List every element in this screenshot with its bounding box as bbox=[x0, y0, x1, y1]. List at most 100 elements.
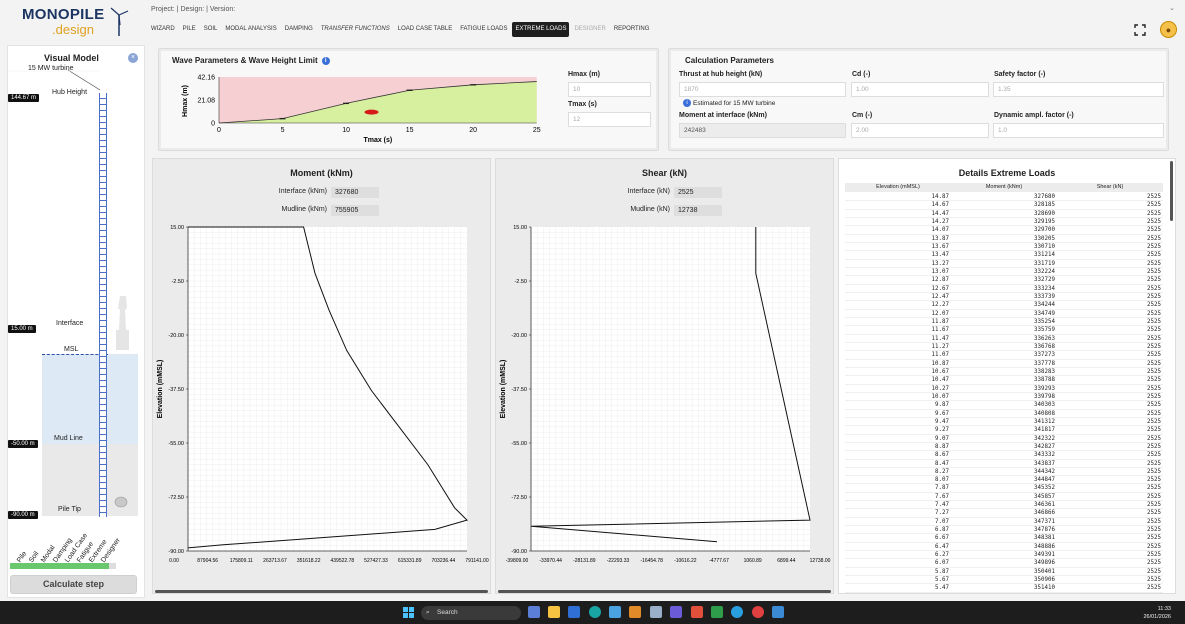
x-tick-label: 12738.00 bbox=[810, 558, 831, 564]
shear-interface-value: 2525 bbox=[674, 187, 722, 198]
x-tick-label: 87904.56 bbox=[197, 558, 218, 564]
y-tick-label: -55.00 bbox=[511, 441, 527, 447]
thrust-note: i Estimated for 15 MW turbine bbox=[683, 99, 775, 107]
x-tick-label: 15 bbox=[406, 127, 414, 134]
app-icon[interactable] bbox=[752, 606, 764, 618]
x-tick-label: 439522.78 bbox=[331, 558, 355, 564]
table-body: 14.87 327680 2525 14.67 328185 2525 14.47 32869… bbox=[845, 193, 1163, 593]
table-cell: 7.07 bbox=[935, 518, 949, 525]
tab-reporting[interactable]: REPORTING bbox=[611, 22, 653, 37]
x-axis-label: Tmax (s) bbox=[363, 137, 392, 144]
table-cell: 10.47 bbox=[931, 377, 949, 384]
tab-damping[interactable]: DAMPING bbox=[282, 22, 316, 37]
sublime-icon[interactable] bbox=[629, 606, 641, 618]
y-axis-label: Hmax (m) bbox=[182, 85, 189, 117]
outlook-icon[interactable] bbox=[568, 606, 580, 618]
y-tick-label: -37.50 bbox=[511, 387, 527, 393]
table-row: 11.47 336263 2525 bbox=[845, 335, 1163, 343]
taskbar-search[interactable]: ⌕ Search bbox=[421, 606, 521, 620]
x-tick-label: -39809.00 bbox=[506, 558, 529, 564]
table-cell: 332729 bbox=[1034, 277, 1055, 284]
table-row: 12.67 333234 2525 bbox=[845, 285, 1163, 293]
table-cell: 13.07 bbox=[931, 268, 949, 275]
horizontal-scrollbar[interactable] bbox=[498, 590, 831, 593]
tab-soil[interactable]: SOIL bbox=[201, 22, 221, 37]
table-cell: 346361 bbox=[1034, 502, 1055, 509]
table-cell: 340808 bbox=[1034, 410, 1055, 417]
tab-fatigue-loads[interactable]: FATIGUE LOADS bbox=[457, 22, 510, 37]
hmax-input[interactable]: 10 bbox=[568, 82, 651, 97]
table-cell: 2525 bbox=[1147, 285, 1161, 292]
mudline-tag: -50.00 m bbox=[8, 440, 38, 448]
table-cell: 9.87 bbox=[935, 402, 949, 409]
table-cell: 2525 bbox=[1147, 260, 1161, 267]
tmax-input[interactable]: 12 bbox=[568, 112, 651, 127]
y-tick-label: -72.50 bbox=[511, 495, 527, 501]
tab-modal-analysis[interactable]: MODAL ANALYSIS bbox=[222, 22, 279, 37]
details-title: Details Extreme Loads bbox=[958, 168, 1056, 178]
table-cell: 6.47 bbox=[935, 543, 949, 550]
excel-icon[interactable] bbox=[711, 606, 723, 618]
teams-icon[interactable] bbox=[670, 606, 682, 618]
tab-load-case-table[interactable]: LOAD CASE TABLE bbox=[395, 22, 455, 37]
monopile-app-icon[interactable] bbox=[772, 606, 784, 618]
snipping-tool-icon[interactable] bbox=[650, 606, 662, 618]
table-cell: 13.67 bbox=[931, 243, 949, 250]
user-avatar[interactable]: ● bbox=[1160, 21, 1177, 38]
table-cell: 7.87 bbox=[935, 485, 949, 492]
calculate-step-button[interactable]: Calculate step bbox=[10, 575, 137, 594]
moment-mudline-value: 755905 bbox=[331, 205, 379, 216]
x-tick-label: -33970.44 bbox=[539, 558, 562, 564]
table-cell: 2525 bbox=[1147, 552, 1161, 559]
fullscreen-icon[interactable] bbox=[1134, 23, 1146, 36]
table-cell: 7.27 bbox=[935, 510, 949, 517]
table-cell: 2525 bbox=[1147, 327, 1161, 334]
tab-transfer-functions[interactable]: TRANSFER FUNCTIONS bbox=[318, 22, 393, 37]
tab-wizard[interactable]: WIZARD bbox=[148, 22, 178, 37]
x-tick-label: -28131.89 bbox=[573, 558, 596, 564]
table-cell: 2525 bbox=[1147, 468, 1161, 475]
cd-input[interactable]: 1.00 bbox=[851, 82, 989, 97]
table-row: 13.47 331214 2525 bbox=[845, 251, 1163, 260]
column-header[interactable]: Elevation (mMSL) bbox=[845, 183, 951, 192]
column-header[interactable]: Moment (kNm) bbox=[951, 183, 1057, 192]
step-labels: Pile Soil Modal Damping Load Case Fatigue Extr… bbox=[12, 516, 132, 564]
table-cell: 2525 bbox=[1147, 435, 1161, 442]
x-tick-label: 10 bbox=[342, 127, 350, 134]
file-explorer-icon[interactable] bbox=[548, 606, 560, 618]
info-icon[interactable]: i bbox=[321, 57, 330, 65]
table-row: 5.87 350401 2525 bbox=[845, 568, 1163, 577]
brave-icon[interactable] bbox=[691, 606, 703, 618]
daf-input[interactable]: 1.0 bbox=[993, 123, 1164, 138]
clock: 11:33 26/01/2026 bbox=[1143, 605, 1171, 621]
table-row: 8.07 344847 2525 bbox=[845, 476, 1163, 485]
vertical-scrollbar[interactable] bbox=[1170, 161, 1173, 221]
tab-extreme-loads[interactable]: EXTREME LOADS bbox=[512, 22, 570, 37]
cm-input[interactable]: 2.00 bbox=[851, 123, 989, 138]
table-row: 11.87 335254 2525 bbox=[845, 318, 1163, 327]
table-cell: 2525 bbox=[1147, 477, 1161, 484]
safety-factor-input[interactable]: 1.35 bbox=[993, 82, 1164, 97]
edge-icon[interactable] bbox=[589, 606, 601, 618]
x-tick-label: 0.00 bbox=[169, 558, 179, 564]
column-header[interactable]: Shear (kN) bbox=[1057, 183, 1163, 192]
table-cell: 2525 bbox=[1147, 518, 1161, 525]
table-row: 9.87 340303 2525 bbox=[845, 401, 1163, 410]
telegram-icon[interactable] bbox=[731, 606, 743, 618]
tab-pile[interactable]: PILE bbox=[180, 22, 199, 37]
table-row: 7.07 347371 2525 bbox=[845, 518, 1163, 527]
table-cell: 344342 bbox=[1034, 468, 1055, 475]
table-cell: 2525 bbox=[1147, 268, 1161, 275]
windows-start-icon[interactable] bbox=[403, 607, 414, 618]
table-cell: 335759 bbox=[1034, 327, 1055, 334]
thrust-input[interactable]: 1870 bbox=[679, 82, 846, 97]
task-view-icon[interactable] bbox=[528, 606, 540, 618]
table-cell: 2525 bbox=[1147, 360, 1161, 367]
table-row: 12.07 334749 2525 bbox=[845, 310, 1163, 318]
horizontal-scrollbar[interactable] bbox=[155, 590, 488, 593]
project-info: Project: | Design: | Version: bbox=[151, 6, 236, 13]
notepad-icon[interactable] bbox=[609, 606, 621, 618]
table-cell: 2525 bbox=[1147, 227, 1161, 234]
chevron-down-icon[interactable]: ⌄ bbox=[1169, 4, 1175, 12]
table-cell: 2525 bbox=[1147, 493, 1161, 500]
